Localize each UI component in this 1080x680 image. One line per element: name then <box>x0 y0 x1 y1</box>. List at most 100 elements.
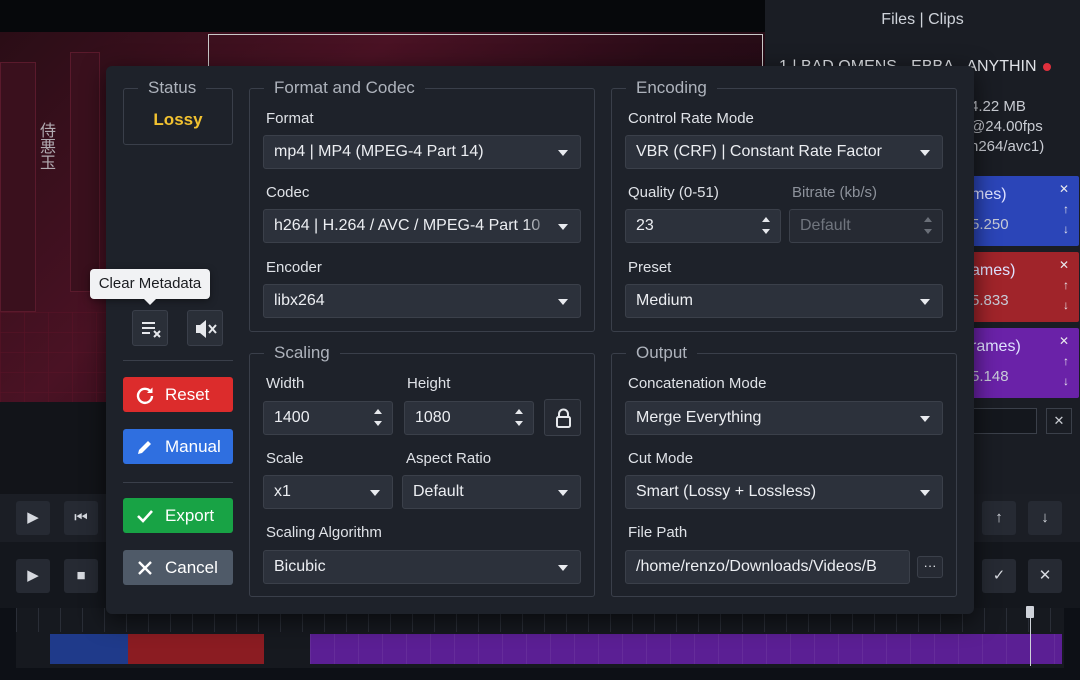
clip-title: mes) <box>971 186 1007 203</box>
spin-arrows-icon[interactable] <box>760 214 772 238</box>
text-fade <box>524 211 554 241</box>
playhead-handle[interactable] <box>1026 606 1034 618</box>
scale-label: Scale <box>266 450 304 467</box>
bitrate-spinbox: Default <box>789 209 943 243</box>
cut-mode-label: Cut Mode <box>628 450 694 467</box>
control-rate-value: VBR (CRF) | Constant Rate Factor <box>636 143 882 160</box>
browse-path-button[interactable]: ··· <box>917 556 943 578</box>
format-codec-legend: Format and Codec <box>274 78 415 97</box>
timeline-segment[interactable] <box>310 634 1062 664</box>
reset-button[interactable]: Reset <box>123 377 233 412</box>
encoder-value: libx264 <box>274 292 325 309</box>
export-dialog: Status Lossy Reset Manual Export Cancel … <box>106 66 974 614</box>
close-icon[interactable]: ✕ <box>1028 559 1062 593</box>
arrow-down-icon[interactable]: ↓ <box>1028 501 1062 535</box>
control-rate-label: Control Rate Mode <box>628 110 754 127</box>
arrow-up-icon[interactable]: ↑ <box>982 501 1016 535</box>
clip-value: 5.250 <box>971 216 1009 233</box>
width-value: 1400 <box>274 409 310 426</box>
codec-select[interactable]: h264 | H.264 / AVC / MPEG-4 Part 10 <box>263 209 581 243</box>
concatenation-mode-select[interactable]: Merge Everything <box>625 401 943 435</box>
preview-decoration <box>0 62 36 312</box>
file-path-value: /home/renzo/Downloads/Videos/B <box>636 558 877 575</box>
file-path-input[interactable]: /home/renzo/Downloads/Videos/B <box>625 550 910 584</box>
close-icon[interactable]: ✕ <box>1059 334 1069 348</box>
clip-item[interactable]: rames) 5.148 ✕ ↑ ↓ <box>971 328 1079 398</box>
timeline-segment[interactable] <box>50 634 128 664</box>
clear-metadata-icon <box>142 322 161 338</box>
play-icon[interactable]: ▶ <box>16 559 50 593</box>
clip-search-input[interactable] <box>971 408 1037 434</box>
play-icon[interactable]: ▶ <box>16 501 50 535</box>
preview-decoration <box>70 52 100 292</box>
bitrate-label: Bitrate (kb/s) <box>792 184 878 201</box>
height-spinbox[interactable]: 1080 <box>404 401 534 435</box>
clip-item[interactable]: mes) 5.250 ✕ ↑ ↓ <box>971 176 1079 246</box>
volume-mute-icon <box>196 320 217 338</box>
width-spinbox[interactable]: 1400 <box>263 401 393 435</box>
control-rate-select[interactable]: VBR (CRF) | Constant Rate Factor <box>625 135 943 169</box>
reset-label: Reset <box>165 385 210 404</box>
height-label: Height <box>407 375 451 392</box>
clip-title: ames) <box>971 262 1016 279</box>
export-button[interactable]: Export <box>123 498 233 533</box>
close-icon[interactable]: ✕ <box>1059 182 1069 196</box>
reset-icon <box>136 387 154 405</box>
chevron-down-icon <box>920 490 930 496</box>
clear-metadata-button[interactable] <box>132 310 168 346</box>
chevron-down-icon <box>370 490 380 496</box>
file-fps: @24.00fps <box>970 118 1043 135</box>
encoder-select[interactable]: libx264 <box>263 284 581 318</box>
scale-select[interactable]: x1 <box>263 475 393 509</box>
status-legend: Status <box>148 78 197 97</box>
preset-label: Preset <box>628 259 672 276</box>
cut-mode-select[interactable]: Smart (Lossy + Lossless) <box>625 475 943 509</box>
quality-spinbox[interactable]: 23 <box>625 209 781 243</box>
chevron-down-icon <box>558 299 568 305</box>
format-select[interactable]: mp4 | MP4 (MPEG-4 Part 14) <box>263 135 581 169</box>
pencil-icon <box>138 441 151 454</box>
timeline[interactable] <box>16 608 1064 668</box>
timeline-segment[interactable] <box>128 634 264 664</box>
clear-search-button[interactable]: ✕ <box>1046 408 1072 434</box>
close-icon[interactable]: ✕ <box>1059 258 1069 272</box>
clip-value: 5.148 <box>971 368 1009 385</box>
format-value: mp4 | MP4 (MPEG-4 Part 14) <box>274 143 484 160</box>
lock-icon <box>556 408 571 428</box>
quality-value: 23 <box>636 217 654 234</box>
chevron-down-icon <box>558 150 568 156</box>
stop-icon[interactable]: ■ <box>64 559 98 593</box>
mute-audio-button[interactable] <box>187 310 223 346</box>
skip-back-icon[interactable]: ⏮ <box>64 501 98 535</box>
close-icon <box>138 561 152 575</box>
quality-label: Quality (0-51) <box>628 184 719 201</box>
arrow-down-icon[interactable]: ↓ <box>1063 298 1069 312</box>
clip-title: rames) <box>971 338 1021 355</box>
scale-value: x1 <box>274 483 291 500</box>
scaling-algorithm-select[interactable]: Bicubic <box>263 550 581 584</box>
spin-arrows-icon[interactable] <box>513 406 525 430</box>
arrow-up-icon[interactable]: ↑ <box>1063 354 1069 368</box>
chevron-down-icon <box>558 565 568 571</box>
cancel-button[interactable]: Cancel <box>123 550 233 585</box>
spin-arrows-icon[interactable] <box>372 406 384 430</box>
lock-aspect-button[interactable] <box>544 399 581 436</box>
file-path-label: File Path <box>628 524 688 541</box>
check-icon[interactable]: ✓ <box>982 559 1016 593</box>
arrow-up-icon[interactable]: ↑ <box>1063 278 1069 292</box>
check-icon <box>137 510 153 523</box>
arrow-down-icon[interactable]: ↓ <box>1063 222 1069 236</box>
export-label: Export <box>165 506 215 525</box>
aspect-ratio-label: Aspect Ratio <box>406 450 492 467</box>
manual-button[interactable]: Manual <box>123 429 233 464</box>
preset-value: Medium <box>636 292 693 309</box>
divider <box>123 360 233 361</box>
scaling-legend: Scaling <box>274 343 330 362</box>
concatenation-mode-value: Merge Everything <box>636 409 762 426</box>
divider <box>123 482 233 483</box>
arrow-up-icon[interactable]: ↑ <box>1063 202 1069 216</box>
arrow-down-icon[interactable]: ↓ <box>1063 374 1069 388</box>
clip-item[interactable]: ames) 5.833 ✕ ↑ ↓ <box>971 252 1079 322</box>
aspect-ratio-select[interactable]: Default <box>402 475 581 509</box>
preset-select[interactable]: Medium <box>625 284 943 318</box>
